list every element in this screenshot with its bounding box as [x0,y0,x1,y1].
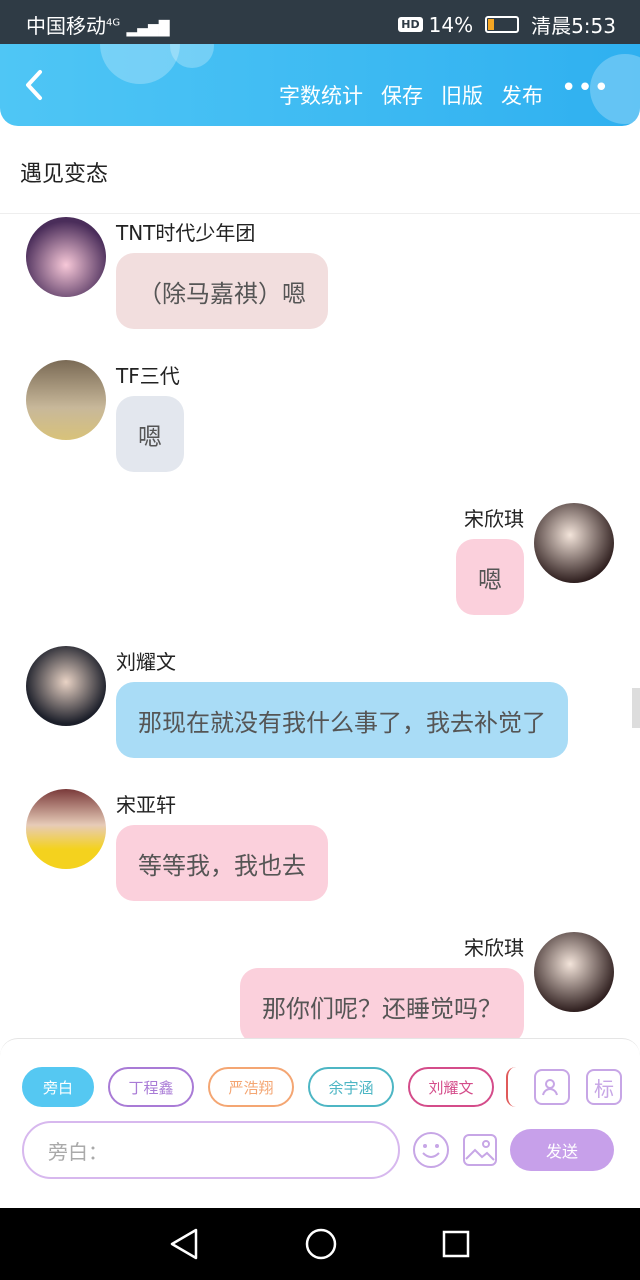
avatar[interactable] [534,932,614,1012]
battery-icon [485,16,520,33]
story-title-bar: 遇见变态 [0,126,640,214]
network-type: 4G [106,17,121,29]
sender-name: 宋欣琪 [464,507,524,531]
clock: 清晨5:53 [531,14,616,38]
composer-panel: 旁白 丁程鑫 严浩翔 余宇涵 刘耀文 标 旁白： 发送 [0,1038,640,1180]
chat-area[interactable]: TNT时代少年团 （除马嘉祺）嗯 TF三代 嗯 宋欣琪 嗯 刘耀文 那现在就没有… [0,215,640,1038]
sender-name: 刘耀文 [116,650,176,674]
avatar[interactable] [534,503,614,583]
avatar[interactable] [26,217,106,297]
more-icon[interactable]: ••• [561,75,610,110]
chip-narration[interactable]: 旁白 [22,1067,94,1107]
status-bar: 中国移动4G ▂▄▆█ HD 14% 清晨5:53 [0,0,640,44]
character-chips: 旁白 丁程鑫 严浩翔 余宇涵 刘耀文 [22,1067,494,1107]
sender-name: 宋亚轩 [116,793,176,817]
hd-icon: HD [398,17,423,32]
back-arrow-icon[interactable] [18,68,52,102]
send-button[interactable]: 发送 [510,1129,614,1171]
scrollbar-thumb[interactable] [632,688,640,728]
chip-character[interactable]: 刘耀文 [408,1067,494,1107]
nav-recents-icon[interactable] [440,1226,472,1262]
header-actions: 字数统计 保存 旧版 发布 ••• [279,75,610,110]
signal-icon: ▂▄▆█ [126,21,170,37]
chip-character[interactable]: 严浩翔 [208,1067,294,1107]
message-bubble[interactable]: 嗯 [116,396,184,472]
avatar[interactable] [26,646,106,726]
avatar[interactable] [26,789,106,869]
tag-button[interactable]: 标 [586,1069,622,1105]
top-app-bar: 字数统计 保存 旧版 发布 ••• [0,44,640,126]
battery-percent: 14% [428,12,474,37]
word-count-button[interactable]: 字数统计 [279,80,363,110]
chip-overflow-edge [506,1067,516,1107]
chip-character[interactable]: 丁程鑫 [108,1067,194,1107]
character-manage-icon[interactable] [534,1069,570,1105]
carrier-text: 中国移动 [26,14,106,38]
message-bubble[interactable]: （除马嘉祺）嗯 [116,253,328,329]
sender-name: 宋欣琪 [464,936,524,960]
avatar[interactable] [26,360,106,440]
message-bubble[interactable]: 等等我，我也去 [116,825,328,901]
nav-home-icon[interactable] [304,1226,338,1262]
chip-character[interactable]: 余宇涵 [308,1067,394,1107]
system-nav-bar [0,1208,640,1280]
message-bubble[interactable]: 那你们呢？还睡觉吗？ [240,968,524,1038]
message-bubble[interactable]: 嗯 [456,539,524,615]
save-button[interactable]: 保存 [381,80,423,110]
old-version-button[interactable]: 旧版 [441,80,483,110]
publish-button[interactable]: 发布 [501,80,543,110]
message-bubble[interactable]: 那现在就没有我什么事了，我去补觉了 [116,682,568,758]
message-input[interactable]: 旁白： [22,1121,400,1179]
sender-name: TNT时代少年团 [116,221,256,245]
nav-back-icon[interactable] [168,1226,200,1262]
emoji-icon[interactable] [412,1131,450,1169]
story-title[interactable]: 遇见变态 [20,156,108,188]
image-icon[interactable] [462,1133,498,1167]
sender-name: TF三代 [116,364,180,388]
